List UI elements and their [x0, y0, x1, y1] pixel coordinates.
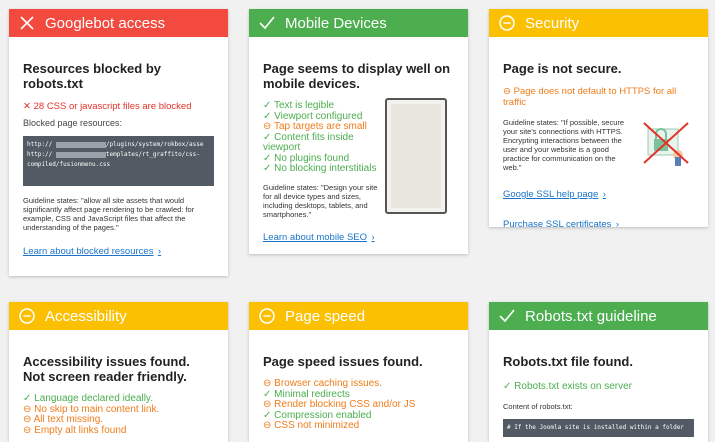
accessibility-card: Accessibility Accessibility issues found… — [9, 302, 228, 442]
checkmark-icon — [257, 13, 277, 33]
check-item: ✓ No blocking interstitials — [263, 163, 377, 174]
robots-content-code: # If the Joomla site is installed within… — [503, 419, 694, 437]
blocked-resources-code: http:// /plugins/system/rokbox/asse http… — [23, 136, 214, 186]
guideline-text: Guideline states: "allow all site assets… — [23, 196, 195, 232]
chevron-right-icon: › — [615, 219, 620, 227]
check-item: ✓ Content fits inside viewport — [263, 131, 354, 153]
chevron-right-icon: › — [371, 231, 375, 243]
chevron-right-icon: › — [157, 246, 162, 257]
section-heading: Page seems to display well on mobile dev… — [263, 61, 451, 91]
page-speed-header: Page speed — [249, 302, 468, 330]
learn-blocked-resources-link[interactable]: Learn about blocked resources — [23, 246, 153, 257]
section-heading: Page is not secure. — [503, 61, 622, 76]
accessibility-checks-list: ✓ Language declared ideally. ⊖ No skip t… — [23, 393, 214, 436]
mobile-devices-card: Mobile Devices Page seems to display wel… — [249, 9, 468, 254]
card-title: Page speed — [285, 307, 366, 325]
page-speed-card: Page speed Page speed issues found. ⊖ Br… — [249, 302, 468, 442]
https-alert: ⊖ Page does not default to HTTPS for all… — [503, 86, 677, 108]
googlebot-access-card: Googlebot access Resources blocked by ro… — [9, 9, 228, 276]
card-title: Accessibility — [45, 307, 127, 325]
section-heading: Accessibility issues found. Not screen r… — [23, 354, 190, 384]
card-title: Robots.txt guideline — [525, 307, 657, 325]
check-item: ⊖ Empty alt links found — [23, 424, 127, 436]
security-card: Security Page is not secure. ⊖ Page does… — [489, 9, 708, 227]
learn-mobile-seo-link[interactable]: Learn about mobile SEO — [263, 232, 367, 243]
minus-circle-icon — [257, 306, 277, 326]
section-heading: Page speed issues found. — [263, 354, 423, 369]
x-icon: ✕ — [23, 101, 34, 112]
purchase-ssl-link[interactable]: Purchase SSL certificates — [503, 219, 611, 227]
minus-circle-icon: ⊖ — [503, 86, 514, 97]
section-heading: Robots.txt file found. — [503, 354, 633, 369]
guideline-text: Guideline states: "Design your site for … — [263, 182, 378, 219]
mobile-preview-image — [385, 98, 447, 214]
minus-circle-icon — [17, 306, 37, 326]
blocked-alert: ✕ 28 CSS or javascript files are blocked — [23, 101, 192, 112]
robots-header: Robots.txt guideline — [489, 302, 708, 330]
x-icon — [17, 13, 37, 33]
mobile-devices-header: Mobile Devices — [249, 9, 468, 37]
accessibility-header: Accessibility — [9, 302, 228, 330]
google-ssl-help-link[interactable]: Google SSL help page — [503, 189, 598, 200]
insecure-lock-icon — [642, 119, 690, 172]
minus-circle-icon — [497, 13, 517, 33]
card-title: Googlebot access — [45, 14, 166, 32]
card-title: Security — [525, 14, 580, 32]
section-heading: Resources blocked by robots.txt — [23, 61, 161, 91]
checkmark-icon — [497, 306, 517, 326]
check-item: ⊖ CSS not minimized — [263, 420, 360, 431]
guideline-text: Guideline states: "If possible, secure y… — [503, 118, 625, 172]
robots-exists-check: ✓ Robots.txt exists on server — [503, 381, 632, 392]
checkmark-icon: ✓ — [503, 381, 515, 392]
robots-card: Robots.txt guideline Robots.txt file fou… — [489, 302, 708, 442]
mobile-checks-list: ✓ Text is legible ✓ Viewport configured … — [263, 100, 381, 175]
robots-content-label: Content of robots.txt: — [503, 402, 573, 411]
card-title: Mobile Devices — [285, 14, 387, 32]
googlebot-access-header: Googlebot access — [9, 9, 228, 37]
security-header: Security — [489, 9, 708, 37]
speed-checks-list: ⊖ Browser caching issues. ✓ Minimal redi… — [263, 378, 454, 432]
chevron-right-icon: › — [602, 189, 606, 200]
blocked-resources-label: Blocked page resources: — [23, 118, 123, 128]
